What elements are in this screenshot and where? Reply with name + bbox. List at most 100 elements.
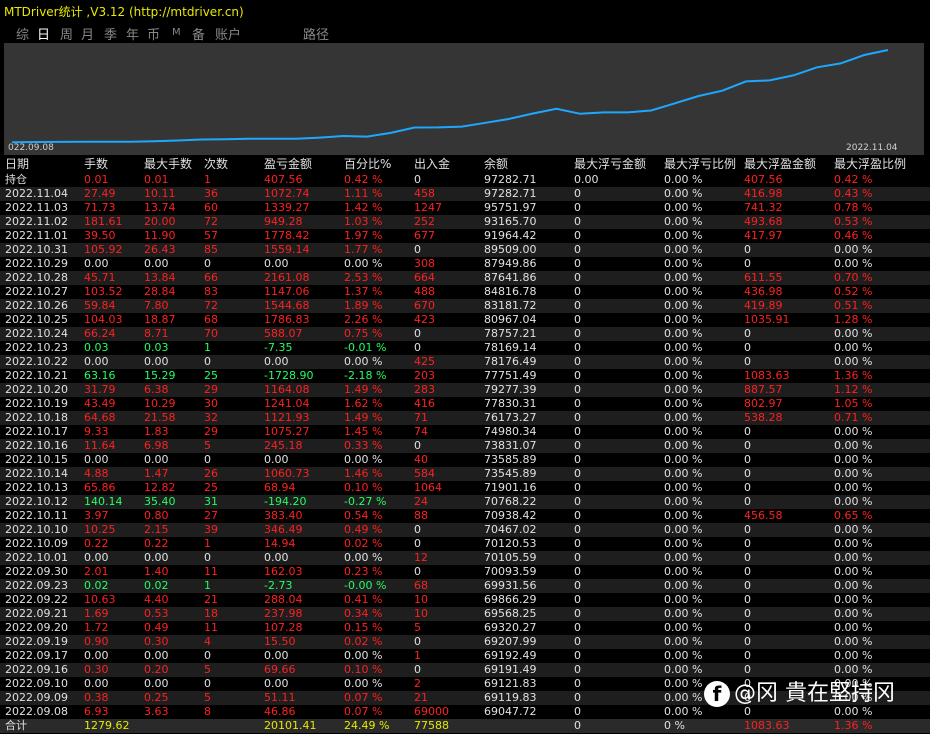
cell: 0.02 % [344, 537, 383, 550]
cell: 423 [414, 313, 435, 326]
cell: 181.61 [84, 215, 123, 228]
cell: 0 [574, 229, 581, 242]
cell: 0.53 [144, 607, 169, 620]
cell: 0 [574, 411, 581, 424]
cell: 0 [744, 621, 751, 634]
cell: 0.00 % [834, 621, 873, 634]
tab-1[interactable]: 日 [37, 24, 50, 43]
cell: 持仓 [5, 173, 27, 186]
cell: 1.72 [84, 621, 109, 634]
cell: 2022.10.13 [5, 481, 68, 494]
tab-9[interactable]: 账户 [215, 24, 241, 43]
tab-10[interactable]: 路径 [303, 24, 329, 43]
cell: 63.16 [84, 369, 116, 382]
cell: 0.00 % [834, 453, 873, 466]
cell: 1075.27 [264, 425, 310, 438]
cell: 8 [204, 705, 211, 718]
cell: 69191.49 [484, 663, 537, 676]
cell: 0.00 [264, 257, 289, 270]
tab-0[interactable]: 综 [16, 24, 29, 43]
cell: 1147.06 [264, 285, 310, 298]
cell: 0.00 % [664, 621, 703, 634]
cell: 2022.10.11 [5, 509, 68, 522]
cell: 0 [744, 551, 751, 564]
table-row: 2022.10.25 104.03 18.87 68 1786.83 2.26 % 423 8… [0, 313, 930, 327]
cell: -7.35 [264, 341, 293, 354]
cell: 0.65 % [834, 509, 873, 522]
cell: 74 [414, 425, 428, 438]
cell: 68.94 [264, 481, 296, 494]
tab-2[interactable]: 周 [60, 24, 73, 43]
cell: 2022.10.10 [5, 523, 68, 536]
cell: 538.28 [744, 411, 783, 424]
cell: 0.00 % [664, 271, 703, 284]
tab-3[interactable]: 月 [81, 24, 94, 43]
cell: 1241.04 [264, 397, 310, 410]
cell: 0.25 [144, 691, 169, 704]
cell: 0 [574, 593, 581, 606]
cell: 0.00 % [834, 341, 873, 354]
cell: 66 [204, 271, 218, 284]
cell: 84816.78 [484, 285, 537, 298]
cell: 1 [204, 341, 211, 354]
cell: 0 [204, 257, 211, 270]
tab-5[interactable]: 年 [126, 24, 139, 43]
cell: 0.00 [264, 649, 289, 662]
cell: 7.80 [144, 299, 169, 312]
cell: 2022.10.27 [5, 285, 68, 298]
cell: 288.04 [264, 593, 303, 606]
cell: 0.42 % [834, 173, 873, 186]
table-row: 2022.11.01 39.50 11.90 57 1778.42 1.97 % 677 91… [0, 229, 930, 243]
cell: 最大浮亏金额 [574, 157, 647, 171]
cell: 0 [574, 355, 581, 368]
cell: 20.00 [144, 215, 176, 228]
cell: 0 [744, 649, 751, 662]
cell: 14.94 [264, 537, 296, 550]
cell: 0.00 % [664, 635, 703, 648]
cell: 0.00 % [664, 369, 703, 382]
cell: 0 [744, 467, 751, 480]
cell: 0 [574, 271, 581, 284]
cell: 0.00 % [834, 425, 873, 438]
cell: 77588 [414, 719, 449, 732]
cell: 46.86 [264, 705, 296, 718]
cell: 0.00 % [664, 397, 703, 410]
cell: 69047.72 [484, 705, 537, 718]
cell: 0.02 [144, 579, 169, 592]
cell: 69320.27 [484, 621, 537, 634]
tab-8[interactable]: 备 [192, 24, 205, 43]
cell: 1.11 % [344, 187, 383, 200]
cell: 0.00 % [664, 355, 703, 368]
cell: 6.98 [144, 439, 169, 452]
cell: 1.05 % [834, 397, 873, 410]
cell: 0 [744, 565, 751, 578]
cell: 0 [574, 705, 581, 718]
cell: 0.00 [144, 355, 169, 368]
cell: 0.23 % [344, 565, 383, 578]
cell: 66.24 [84, 327, 116, 340]
cell: 11 [204, 621, 218, 634]
cell: 1121.93 [264, 411, 310, 424]
cell: 2022.10.26 [5, 299, 68, 312]
cell: 0.00 % [664, 593, 703, 606]
table-row: 2022.10.09 0.22 0.22 1 14.94 0.02 % 0 70120.53 0… [0, 537, 930, 551]
cell: 2022.09.16 [5, 663, 68, 676]
cell: 2.01 [84, 565, 109, 578]
cell: 308 [414, 257, 435, 270]
cell: 2022.11.03 [5, 201, 68, 214]
tab-4[interactable]: 季 [104, 24, 117, 43]
cell: 35.40 [144, 495, 176, 508]
cell: 0 % [664, 719, 685, 732]
cell: 最大浮盈比例 [834, 157, 907, 171]
cell: 1.36 % [834, 369, 873, 382]
table-row: 2022.10.22 0.00 0.00 0 0.00 0.00 % 425 78176.49… [0, 355, 930, 369]
cell: 0.00 % [664, 229, 703, 242]
tab-7[interactable]: M [172, 27, 181, 38]
cell: 2022.10.17 [5, 425, 68, 438]
cell: 0.00 % [664, 481, 703, 494]
tab-6[interactable]: 币 [147, 24, 160, 43]
cell: 0 [414, 243, 421, 256]
cell: 73831.07 [484, 439, 537, 452]
cell: 29 [204, 383, 218, 396]
cell: 2022.10.24 [5, 327, 68, 340]
